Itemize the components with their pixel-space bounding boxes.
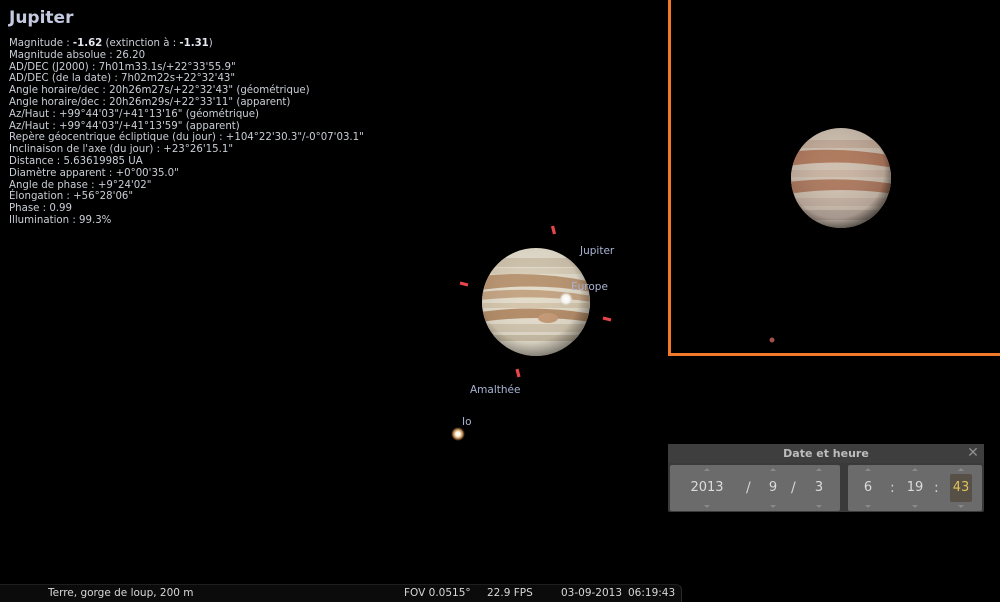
day-field[interactable]: 3 (808, 474, 830, 502)
second-spinbox[interactable]: 43 (948, 465, 974, 511)
year-down-arrow-icon[interactable] (704, 505, 710, 508)
info-line: Angle horaire/dec : 20h26m27s/+22°32'43"… (9, 85, 310, 97)
info-text: Magnitude : (9, 38, 73, 49)
info-line: Distance : 5.63619985 UA (9, 155, 143, 167)
io-moon[interactable] (451, 427, 465, 441)
minute-field[interactable]: 19 (902, 474, 928, 502)
ocular-view-frame (668, 0, 1000, 356)
info-line: Magnitude absolue : 26.20 (9, 49, 146, 61)
info-line: Magnitude : -1.62 (extinction à : -1.31) (9, 38, 364, 50)
info-line: AD/DEC (J2000) : 7h01m33.1s/+22°33'55.9" (9, 61, 236, 73)
hour-up-arrow-icon[interactable] (865, 468, 871, 471)
minute-down-arrow-icon[interactable] (912, 505, 918, 508)
info-line: Az/Haut : +99°44'03"/+41°13'59" (apparen… (9, 120, 240, 132)
status-fps: 22.9 FPS (487, 587, 533, 599)
date-editor: 2013 / 9 / 3 (670, 465, 840, 511)
status-time: 06:19:43 (628, 587, 676, 599)
europa-moon[interactable] (559, 292, 573, 306)
info-text: (extinction à : (102, 38, 180, 49)
info-line: Élongation : +56°28'06" (9, 191, 134, 203)
minute-spinbox[interactable]: 19 (902, 465, 928, 511)
minute-up-arrow-icon[interactable] (912, 468, 918, 471)
object-title: Jupiter (9, 8, 74, 28)
jupiter-planet[interactable] (480, 246, 592, 358)
month-up-arrow-icon[interactable] (770, 468, 776, 471)
time-editor: 6 : 19 : 43 (848, 465, 982, 511)
info-line: Repère géocentrique écliptique (du jour)… (9, 132, 364, 144)
month-down-arrow-icon[interactable] (770, 505, 776, 508)
info-value: -1.62 (72, 38, 103, 49)
info-value: -1.31 (179, 38, 209, 49)
info-line: Az/Haut : +99°44'03"/+41°13'16" (géométr… (9, 108, 260, 120)
date-time-dialog: Date et heure ✕ 2013 / 9 / 3 6 : 19: 43 (668, 444, 984, 512)
info-line: Diamètre apparent : +0°00'35.0" (9, 167, 179, 179)
second-down-arrow-icon[interactable] (958, 505, 964, 508)
status-date: 03-09-2013 (561, 587, 623, 599)
info-line: Angle de phase : +9°24'02" (9, 179, 152, 191)
time-separator: : (934, 480, 939, 496)
label-europa[interactable]: Europe (571, 281, 608, 293)
year-up-arrow-icon[interactable] (704, 468, 710, 471)
dialog-title[interactable]: Date et heure (668, 444, 984, 463)
label-io[interactable]: Io (462, 416, 472, 428)
month-field[interactable]: 9 (762, 474, 784, 502)
info-line: Phase : 0.99 (9, 203, 73, 215)
day-down-arrow-icon[interactable] (816, 505, 822, 508)
status-location[interactable]: Terre, gorge de loup, 200 m (48, 585, 194, 602)
close-icon[interactable]: ✕ (966, 445, 980, 461)
day-spinbox[interactable]: 3 (808, 465, 830, 511)
hour-down-arrow-icon[interactable] (865, 505, 871, 508)
info-line: Angle horaire/dec : 20h26m29s/+22°33'11"… (9, 96, 291, 108)
info-text: ) (208, 38, 213, 49)
label-jupiter[interactable]: Jupiter (580, 245, 614, 257)
date-separator: / (746, 480, 751, 496)
hour-field[interactable]: 6 (856, 474, 880, 502)
object-info-panel: Magnitude : -1.62 (extinction à : -1.31)… (9, 38, 364, 227)
status-bar: Terre, gorge de loup, 200 m FOV 0.0515° … (0, 584, 682, 602)
day-up-arrow-icon[interactable] (816, 468, 822, 471)
info-line: Illumination : 99.3% (9, 214, 112, 226)
hour-spinbox[interactable]: 6 (856, 465, 880, 511)
second-field[interactable]: 43 (950, 474, 972, 502)
second-up-arrow-icon[interactable] (958, 468, 964, 471)
date-separator: / (791, 480, 796, 496)
info-line: Inclinaison de l'axe (du jour) : +23°26'… (9, 144, 234, 156)
label-amalthea[interactable]: Amalthée (470, 384, 520, 396)
time-separator: : (890, 480, 895, 496)
year-spinbox[interactable]: 2013 (684, 465, 730, 511)
month-spinbox[interactable]: 9 (762, 465, 784, 511)
status-fov: FOV 0.0515° (404, 587, 471, 599)
year-field[interactable]: 2013 (684, 474, 730, 502)
info-line: AD/DEC (de la date) : 7h02m22s+22°32'43" (9, 73, 236, 85)
